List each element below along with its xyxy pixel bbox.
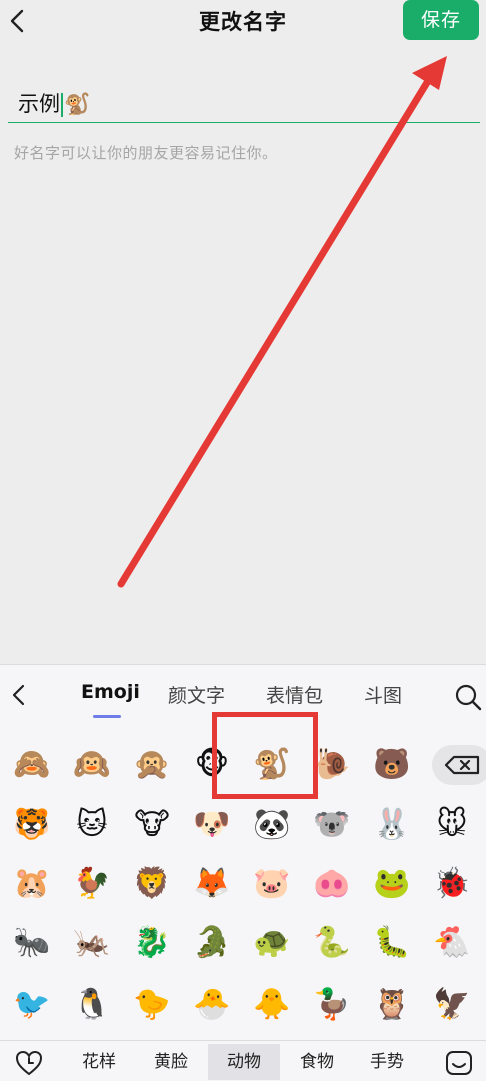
tab-emoji[interactable]: Emoji [81, 681, 140, 703]
active-tab-indicator [93, 715, 121, 718]
emoji-key[interactable]: 🦉 [370, 983, 414, 1027]
emoji-key[interactable]: 🐊 [190, 921, 234, 965]
emoji-key[interactable]: 🐉 [130, 921, 174, 965]
emoji-key[interactable]: 🐰 [370, 803, 414, 847]
emoji-key[interactable]: 🦊 [190, 862, 234, 906]
emoji-key[interactable]: 🐦 [10, 983, 54, 1027]
search-icon[interactable] [454, 683, 482, 711]
tab-stickers[interactable]: 表情包 [266, 681, 323, 708]
backspace-icon [444, 755, 480, 775]
annotation-highlight-box [212, 712, 318, 799]
emoji-key[interactable]: 🐧 [70, 983, 114, 1027]
tab-kaomoji[interactable]: 颜文字 [168, 681, 225, 708]
emoji-key[interactable]: 🐮 [130, 803, 174, 847]
keyboard-back-icon[interactable] [8, 681, 30, 709]
emoji-key[interactable]: 🐨 [310, 803, 354, 847]
emoji-key[interactable]: 🐻 [370, 743, 414, 787]
emoji-key[interactable]: 🐶 [190, 803, 234, 847]
emoji-key[interactable]: 🐣 [190, 983, 234, 1027]
emoji-key[interactable]: 🐜 [10, 921, 54, 965]
emoji-key[interactable]: 🐔 [430, 921, 474, 965]
emoji-key[interactable]: 🐽 [310, 862, 354, 906]
emoji-key[interactable]: 🐥 [250, 983, 294, 1027]
backspace-button[interactable] [432, 745, 486, 785]
emoji-key[interactable]: 🐼 [250, 803, 294, 847]
emoji-key[interactable]: 🐞 [430, 862, 474, 906]
emoji-key[interactable]: 🦗 [70, 921, 114, 965]
emoji-key[interactable]: 🦁 [130, 862, 174, 906]
emoji-key[interactable]: 🐱 [70, 803, 114, 847]
category-food[interactable]: 食物 [282, 1044, 352, 1080]
emoji-key[interactable]: 🙈 [10, 743, 54, 787]
emoji-key[interactable]: 🦆 [310, 983, 354, 1027]
category-fancy[interactable]: 花样 [64, 1044, 134, 1080]
emoji-key[interactable]: 🐯 [10, 803, 54, 847]
emoji-key[interactable]: 🐭 [430, 803, 474, 847]
emoji-key[interactable]: 🙉 [70, 743, 114, 787]
emoji-key[interactable]: 🙊 [130, 743, 174, 787]
emoji-key[interactable]: 🐸 [370, 862, 414, 906]
category-animals[interactable]: 动物 [208, 1044, 280, 1080]
emoji-key[interactable]: 🐛 [370, 921, 414, 965]
heart-clock-icon[interactable] [14, 1048, 44, 1078]
emoji-key[interactable]: 🐢 [250, 921, 294, 965]
emoji-key[interactable]: 🐍 [310, 921, 354, 965]
tab-doutu[interactable]: 斗图 [364, 681, 402, 708]
keyboard-face-icon[interactable] [444, 1048, 474, 1078]
emoji-key[interactable]: 🐹 [10, 862, 54, 906]
emoji-key[interactable]: 🐷 [250, 862, 294, 906]
emoji-key[interactable]: 🦅 [430, 983, 474, 1027]
emoji-key[interactable]: 🐤 [130, 983, 174, 1027]
emoji-key[interactable]: 🐓 [70, 862, 114, 906]
category-gestures[interactable]: 手势 [352, 1044, 422, 1080]
category-yellow-face[interactable]: 黄脸 [136, 1044, 206, 1080]
